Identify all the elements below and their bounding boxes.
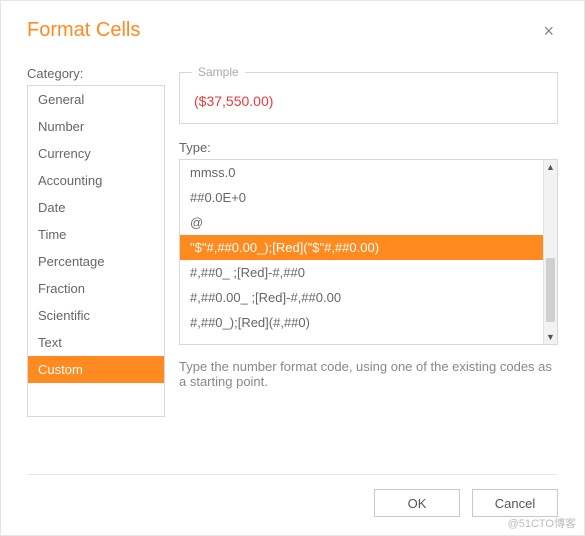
title-bar: Format Cells × <box>27 19 558 42</box>
type-item[interactable]: #,##0_ ;[Red]-#,##0 <box>180 260 543 285</box>
category-item-date[interactable]: Date <box>28 194 164 221</box>
category-label: Category: <box>27 66 165 81</box>
type-item[interactable]: @ <box>180 210 543 235</box>
dialog-content: Category: General Number Currency Accoun… <box>27 66 558 417</box>
category-item-general[interactable]: General <box>28 86 164 113</box>
type-list[interactable]: mmss.0 ##0.0E+0 @ "$"#,##0.00_);[Red]("$… <box>179 159 558 345</box>
scroll-down-icon[interactable]: ▼ <box>544 330 557 344</box>
close-icon[interactable]: × <box>539 20 558 42</box>
cancel-button[interactable]: Cancel <box>472 489 558 517</box>
type-scrollbar[interactable]: ▲ ▼ <box>543 160 557 344</box>
details-column: Sample ($37,550.00) Type: mmss.0 ##0.0E+… <box>179 66 558 417</box>
scroll-up-icon[interactable]: ▲ <box>544 160 557 174</box>
dialog-title: Format Cells <box>27 19 140 42</box>
category-column: Category: General Number Currency Accoun… <box>27 66 165 417</box>
category-item-number[interactable]: Number <box>28 113 164 140</box>
type-item[interactable]: "$"#,##0.00_);[Red]("$"#,##0.00) <box>180 235 543 260</box>
dialog-footer: OK Cancel <box>27 474 558 517</box>
category-item-time[interactable]: Time <box>28 221 164 248</box>
sample-value: ($37,550.00) <box>194 93 543 109</box>
format-cells-dialog: Format Cells × Category: General Number … <box>1 1 584 535</box>
type-item[interactable]: #,##0.00_ ;[Red]-#,##0.00 <box>180 285 543 310</box>
sample-box: Sample ($37,550.00) <box>179 72 558 124</box>
category-item-percentage[interactable]: Percentage <box>28 248 164 275</box>
category-item-custom[interactable]: Custom <box>28 356 164 383</box>
scroll-thumb[interactable] <box>546 258 555 322</box>
sample-legend: Sample <box>192 65 245 79</box>
category-item-fraction[interactable]: Fraction <box>28 275 164 302</box>
ok-button[interactable]: OK <box>374 489 460 517</box>
watermark: @51CTO博客 <box>508 515 576 531</box>
hint-text: Type the number format code, using one o… <box>179 359 558 389</box>
category-list[interactable]: General Number Currency Accounting Date … <box>27 85 165 417</box>
category-item-text[interactable]: Text <box>28 329 164 356</box>
type-item[interactable]: mmss.0 <box>180 160 543 185</box>
type-item[interactable]: #,##0_);[Red](#,##0) <box>180 310 543 335</box>
category-item-currency[interactable]: Currency <box>28 140 164 167</box>
type-label: Type: <box>179 140 558 155</box>
type-item[interactable]: ##0.0E+0 <box>180 185 543 210</box>
category-item-accounting[interactable]: Accounting <box>28 167 164 194</box>
type-items: mmss.0 ##0.0E+0 @ "$"#,##0.00_);[Red]("$… <box>180 160 543 344</box>
category-item-scientific[interactable]: Scientific <box>28 302 164 329</box>
